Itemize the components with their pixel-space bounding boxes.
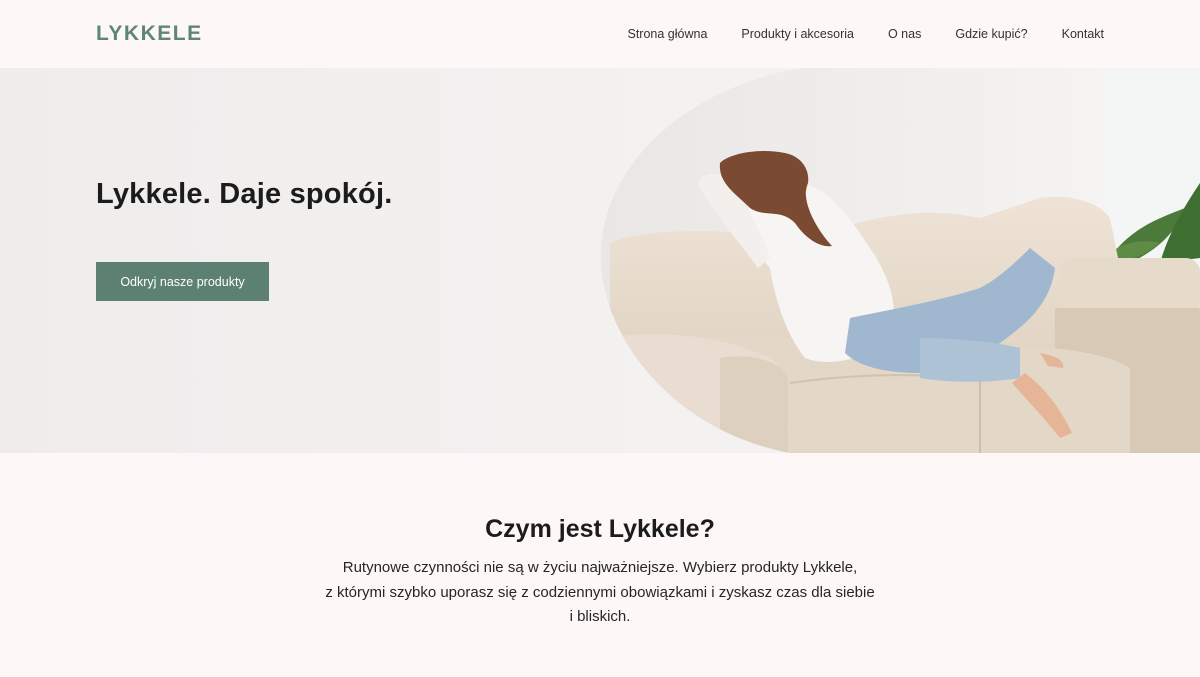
nav-link-products[interactable]: Produkty i akcesoria [741,25,854,43]
about-line: Rutynowe czynności nie są w życiu najważ… [342,559,858,576]
about-description: Rutynowe czynności nie są w życiu najważ… [300,556,900,630]
site-header: LYKKELE Strona główna Produkty i akcesor… [0,0,1200,68]
brand-logo[interactable]: LYKKELE [96,22,203,46]
hero-section: Lykkele. Daje spokój. Odkryj nasze produ… [0,68,1200,453]
about-line: i bliskich. [569,608,631,625]
photo-woman-relaxing-on-sofa-icon [600,68,1200,453]
nav-link-contact[interactable]: Kontakt [1062,25,1104,43]
nav-link-about[interactable]: O nas [888,25,921,43]
nav-link-home[interactable]: Strona główna [628,25,708,43]
hero-title: Lykkele. Daje spokój. [96,178,393,210]
about-title: Czym jest Lykkele? [485,515,715,543]
main-nav: Strona główna Produkty i akcesoria O nas… [628,25,1105,43]
nav-link-where-to-buy[interactable]: Gdzie kupić? [955,25,1027,43]
hero-image [600,68,1200,453]
discover-products-button[interactable]: Odkryj nasze produkty [96,262,269,301]
about-line: z którymi szybko uporasz się z codzienny… [325,583,875,601]
